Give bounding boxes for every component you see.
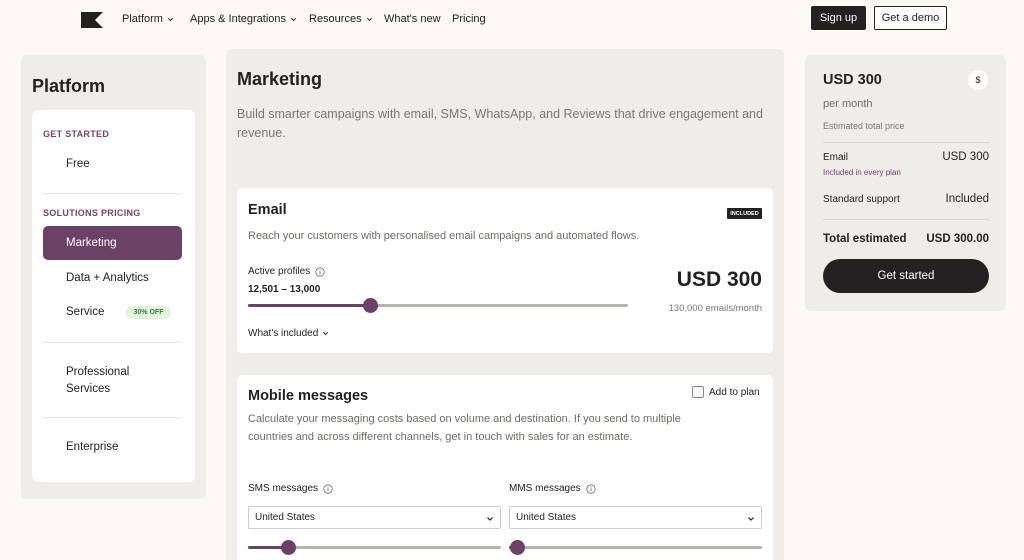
nav-platform[interactable]: Platform bbox=[122, 13, 174, 25]
sidebar: Platform GET STARTED Free SOLUTIONS PRIC… bbox=[21, 55, 206, 499]
checkbox[interactable] bbox=[692, 386, 704, 398]
top-nav: Platform Apps & Integrations Resources W… bbox=[0, 0, 1024, 40]
get-demo-button[interactable]: Get a demo bbox=[874, 6, 947, 30]
info-icon[interactable] bbox=[323, 483, 333, 494]
slider-thumb[interactable] bbox=[281, 540, 297, 555]
sidebar-title: Platform bbox=[32, 76, 106, 96]
section-solutions-pricing: SOLUTIONS PRICING bbox=[43, 208, 141, 218]
sign-up-button[interactable]: Sign up bbox=[811, 6, 866, 30]
email-card: Email INCLUDED Reach your customers with… bbox=[237, 188, 773, 353]
whats-included-toggle[interactable]: What's included bbox=[248, 328, 329, 339]
included-tag: INCLUDED bbox=[727, 208, 762, 219]
mms-label: MMS messages bbox=[509, 483, 596, 494]
divider bbox=[43, 193, 182, 194]
sidebar-item-data-analytics[interactable]: Data + Analytics bbox=[66, 272, 149, 284]
sidebar-item-enterprise[interactable]: Enterprise bbox=[66, 441, 118, 453]
mms-country-select[interactable]: United States bbox=[509, 506, 762, 529]
summary-price: USD 300 bbox=[823, 72, 882, 88]
get-started-button[interactable]: Get started bbox=[823, 259, 989, 293]
sidebar-item-professional-services[interactable]: Professional Services bbox=[66, 364, 129, 398]
mms-slider[interactable] bbox=[509, 540, 762, 555]
profiles-slider[interactable] bbox=[248, 298, 628, 313]
divider bbox=[823, 142, 989, 143]
total-estimated-label: Total estimated bbox=[823, 233, 907, 245]
slider-thumb[interactable] bbox=[509, 540, 525, 555]
nav-whats-new[interactable]: What's new bbox=[384, 13, 441, 25]
chevron-down-icon bbox=[167, 17, 173, 21]
chevron-down-icon bbox=[323, 331, 329, 336]
email-volume: 130,000 emails/month bbox=[668, 303, 762, 314]
chevron-down-icon bbox=[366, 17, 372, 21]
currency-button[interactable]: $ bbox=[968, 70, 988, 90]
section-get-started: GET STARTED bbox=[43, 129, 110, 139]
page-description: Build smarter campaigns with email, SMS,… bbox=[237, 107, 763, 140]
divider bbox=[823, 219, 989, 220]
sidebar-menu: GET STARTED Free SOLUTIONS PRICING Marke… bbox=[32, 110, 195, 482]
sidebar-item-service[interactable]: Service bbox=[66, 306, 104, 318]
sidebar-item-free[interactable]: Free bbox=[66, 158, 90, 170]
email-title: Email bbox=[248, 202, 287, 218]
divider bbox=[43, 417, 182, 418]
main-panel: Marketing Build smarter campaigns with e… bbox=[226, 49, 784, 560]
sms-slider[interactable] bbox=[248, 540, 501, 555]
email-price: USD 300 bbox=[676, 268, 762, 291]
discount-badge: 30% OFF bbox=[126, 306, 171, 319]
chevron-down-icon bbox=[748, 517, 754, 521]
per-month-label: per month bbox=[823, 98, 873, 110]
price-summary: USD 300 $ per month Estimated total pric… bbox=[805, 55, 1006, 311]
logo-icon[interactable] bbox=[81, 12, 103, 28]
info-icon[interactable] bbox=[586, 483, 596, 494]
nav-pricing[interactable]: Pricing bbox=[452, 13, 486, 25]
summary-email-label: Email bbox=[823, 152, 849, 163]
page-title: Marketing bbox=[237, 69, 323, 89]
mobile-messages-card: Mobile messages Add to plan Calculate yo… bbox=[237, 375, 773, 560]
sidebar-item-marketing[interactable]: Marketing bbox=[43, 226, 182, 260]
nav-resources[interactable]: Resources bbox=[309, 13, 373, 25]
summary-support-label: Standard support bbox=[823, 194, 900, 205]
estimated-label: Estimated total price bbox=[823, 121, 905, 131]
summary-email-value: USD 300 bbox=[942, 151, 989, 163]
divider bbox=[43, 342, 182, 343]
summary-support-value: Included bbox=[945, 193, 989, 205]
profiles-range: 12,501 – 13,000 bbox=[248, 284, 321, 295]
add-to-plan-checkbox[interactable]: Add to plan bbox=[692, 386, 760, 398]
chevron-down-icon bbox=[487, 517, 493, 521]
mobile-description: Calculate your messaging costs based on … bbox=[248, 413, 681, 443]
active-profiles-label: Active profiles bbox=[248, 266, 325, 277]
sms-label: SMS messages bbox=[248, 483, 333, 494]
sms-country-select[interactable]: United States bbox=[248, 506, 501, 529]
total-estimated-value: USD 300.00 bbox=[926, 233, 989, 245]
included-every-plan-note: Included in every plan bbox=[823, 168, 901, 177]
info-icon[interactable] bbox=[315, 266, 325, 277]
mobile-title: Mobile messages bbox=[248, 388, 369, 404]
email-description: Reach your customers with personalised e… bbox=[248, 230, 640, 242]
slider-thumb[interactable] bbox=[362, 298, 378, 313]
nav-apps-integrations[interactable]: Apps & Integrations bbox=[190, 13, 297, 25]
slider-fill bbox=[248, 304, 370, 307]
chevron-down-icon bbox=[290, 17, 297, 21]
